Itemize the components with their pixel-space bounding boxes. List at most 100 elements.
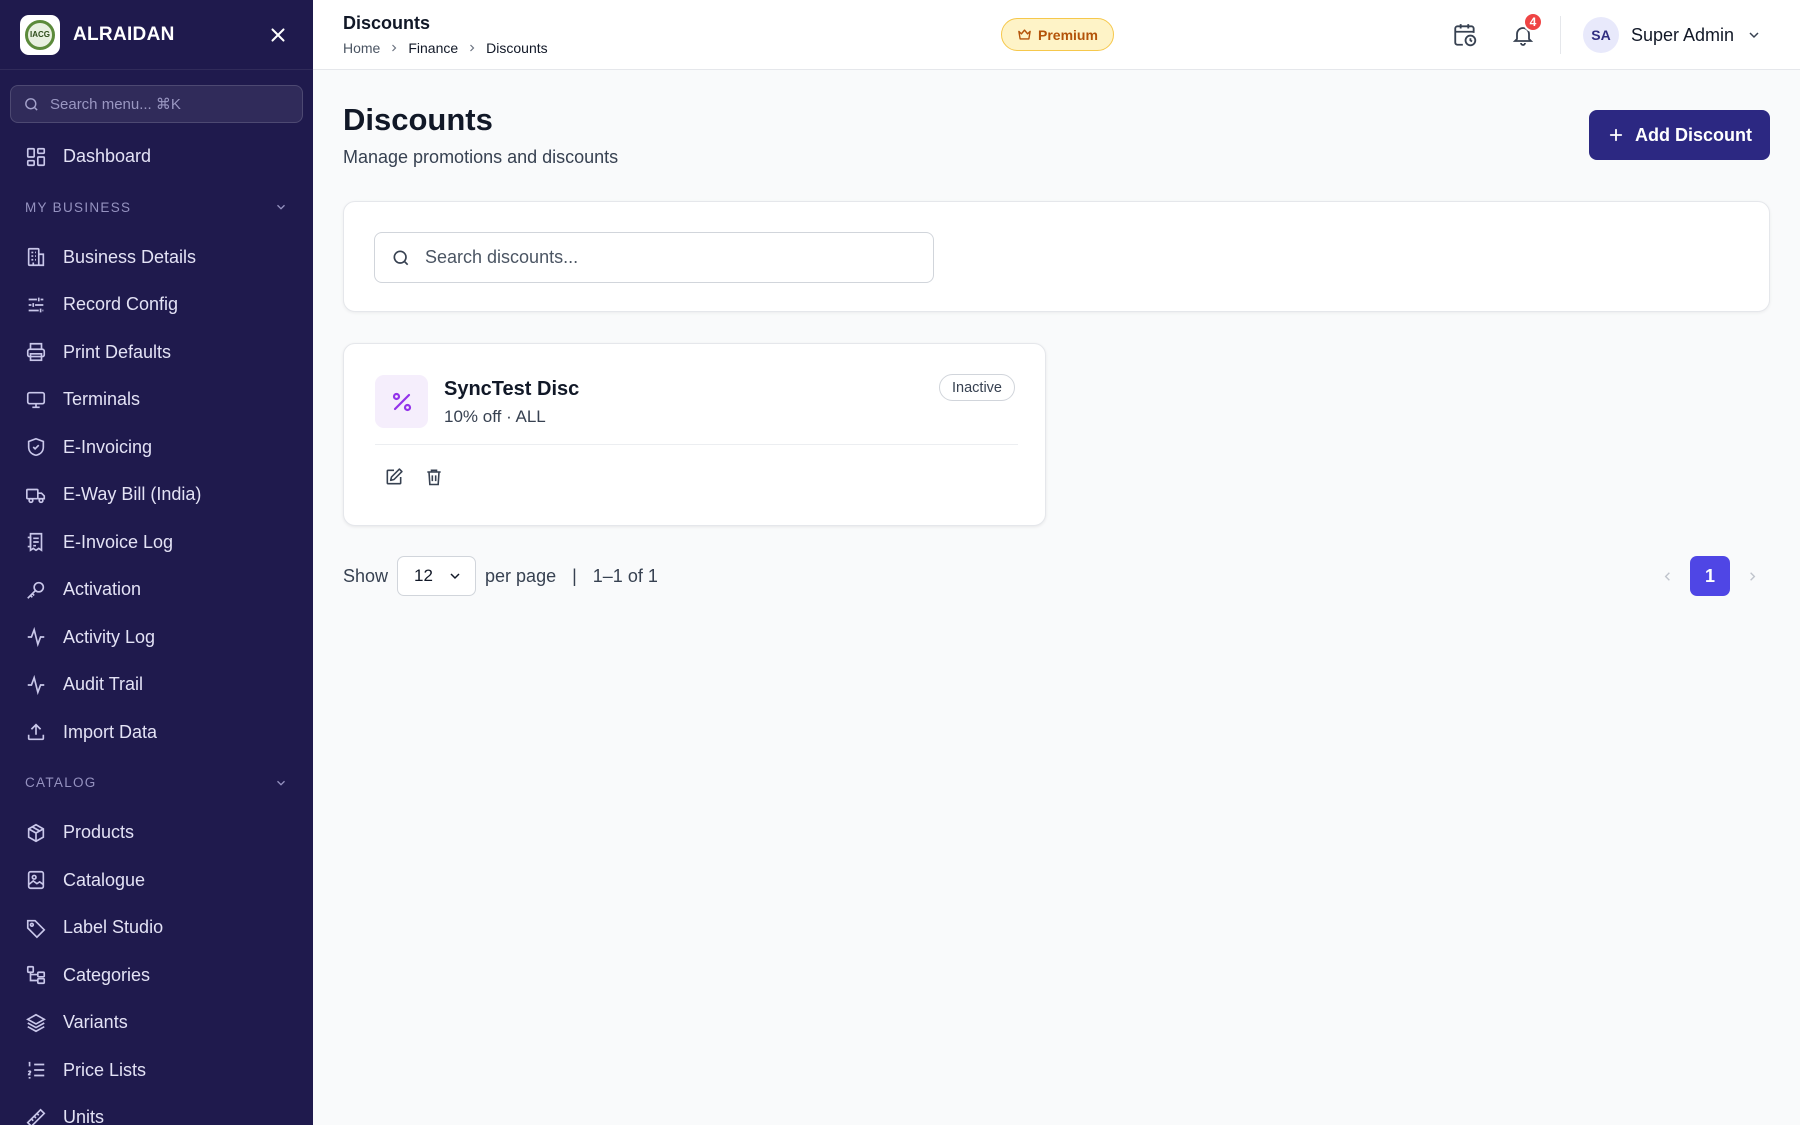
sidebar-search[interactable]	[10, 85, 303, 123]
search-input[interactable]	[425, 247, 905, 268]
breadcrumb: Home Finance Discounts	[343, 40, 548, 56]
receipt-icon	[27, 533, 43, 553]
sidebar-item-label: Record Config	[63, 294, 179, 315]
sidebar-item-label: Terminals	[63, 389, 141, 410]
search-icon	[25, 97, 38, 111]
sidebar-item-e-invoice-log[interactable]: E-Invoice Log	[0, 519, 313, 567]
page-button-current[interactable]: 1	[1690, 556, 1730, 596]
breadcrumb-home[interactable]: Home	[343, 40, 380, 56]
close-icon	[271, 27, 285, 42]
card-divider	[375, 444, 1018, 445]
upload-icon	[27, 723, 45, 741]
breadcrumb-current: Discounts	[486, 40, 548, 56]
sidebar-item-catalogue[interactable]: Catalogue	[0, 857, 313, 905]
premium-badge[interactable]: Premium	[1001, 18, 1114, 51]
add-discount-button[interactable]: Add Discount	[1589, 110, 1770, 160]
breadcrumb-finance[interactable]: Finance	[408, 40, 458, 56]
list-ordered-icon	[27, 1062, 45, 1079]
sidebar-item-label-studio[interactable]: Label Studio	[0, 904, 313, 952]
avatar: SA	[1583, 17, 1619, 53]
delete-discount-button[interactable]	[421, 464, 447, 490]
chevron-right-icon	[470, 44, 475, 52]
key-icon	[27, 581, 45, 599]
sidebar-item-label: Dashboard	[63, 146, 152, 167]
chevron-right-icon	[392, 44, 397, 52]
sidebar-item-business-details[interactable]: Business Details	[0, 234, 313, 282]
calendar-clock-button[interactable]	[1450, 20, 1480, 50]
trash-icon	[427, 469, 441, 486]
percent-icon	[392, 392, 411, 411]
sidebar-item-label: Products	[63, 822, 135, 843]
sidebar-item-label: Import Data	[63, 721, 158, 742]
sidebar-item-e-way-bill[interactable]: E-Way Bill (India)	[0, 471, 313, 519]
sidebar-item-label: Label Studio	[63, 917, 164, 938]
sidebar-item-label: E-Invoicing	[63, 436, 153, 457]
sidebar-item-categories[interactable]: Categories	[0, 952, 313, 1000]
sidebar-item-label: Audit Trail	[63, 674, 144, 695]
discount-detail: 10% off · ALL	[444, 407, 546, 426]
sidebar-item-label: E-Invoice Log	[63, 531, 174, 552]
sidebar-item-price-lists[interactable]: Price Lists	[0, 1047, 313, 1095]
header-title: Discounts	[343, 13, 431, 33]
discount-icon-tile	[375, 375, 428, 428]
chevron-down-icon	[1749, 32, 1759, 39]
sidebar-item-dashboard[interactable]: Dashboard	[0, 133, 313, 181]
section-my-business[interactable]: MY BUSINESS	[0, 181, 313, 234]
sidebar-item-label: E-Way Bill (India)	[63, 484, 202, 505]
dashboard-icon	[26, 147, 46, 166]
sidebar: IACG ALRAIDAN Dashboard MY BUSINESS Busi…	[0, 0, 313, 1125]
search-card	[343, 201, 1770, 312]
sidebar-item-units[interactable]: Units	[0, 1094, 313, 1125]
discount-card[interactable]: SyncTest Disc 10% off · ALL Inactive	[343, 343, 1046, 526]
sidebar-item-e-invoicing[interactable]: E-Invoicing	[0, 424, 313, 472]
sidebar-item-record-config[interactable]: Record Config	[0, 281, 313, 329]
pagination-summary: Show 12 per page | 1–1 of 1	[343, 556, 658, 596]
sidebar-item-activity-log[interactable]: Activity Log	[0, 614, 313, 662]
page-title: Discounts	[343, 102, 493, 137]
section-title: CATALOG	[25, 775, 97, 790]
per-page-value: 12	[414, 566, 433, 585]
sidebar-item-import-data[interactable]: Import Data	[0, 709, 313, 757]
status-badge: Inactive	[939, 374, 1015, 401]
section-catalog[interactable]: CATALOG	[0, 756, 313, 809]
premium-label: Premium	[1038, 26, 1098, 43]
activity-icon	[27, 627, 45, 648]
shield-check-icon	[27, 438, 45, 457]
next-page-button[interactable]	[1737, 561, 1767, 591]
sidebar-item-label: Units	[63, 1107, 105, 1125]
sidebar-item-label: Categories	[63, 964, 151, 985]
calendar-clock-icon	[1454, 24, 1477, 47]
truck-icon	[26, 488, 46, 503]
sidebar-search-input[interactable]	[50, 95, 270, 113]
sidebar-item-audit-trail[interactable]: Audit Trail	[0, 661, 313, 709]
show-label: Show	[343, 565, 389, 586]
logo-emblem: IACG	[25, 19, 55, 50]
sidebar-item-print-defaults[interactable]: Print Defaults	[0, 329, 313, 377]
monitor-icon	[26, 391, 46, 408]
brand-logo[interactable]: IACG	[20, 14, 60, 55]
sidebar-item-terminals[interactable]: Terminals	[0, 376, 313, 424]
categories-icon	[26, 966, 46, 985]
per-page-select[interactable]: 12	[397, 556, 477, 596]
close-sidebar-button[interactable]	[263, 20, 293, 50]
discount-name: SyncTest Disc	[444, 378, 580, 400]
sidebar-item-variants[interactable]: Variants	[0, 999, 313, 1047]
brand-name: ALRAIDAN	[73, 23, 175, 45]
user-menu[interactable]: SA Super Admin	[1583, 17, 1762, 53]
plus-icon	[1609, 128, 1623, 142]
sidebar-item-label: Activity Log	[63, 626, 156, 647]
sidebar-item-label: Business Details	[63, 246, 197, 267]
chevron-down-icon	[277, 204, 285, 210]
chevron-left-icon	[1664, 571, 1670, 581]
sidebar-item-products[interactable]: Products	[0, 809, 313, 857]
notifications-button[interactable]: 4	[1508, 12, 1543, 50]
layers-icon	[26, 1013, 46, 1032]
sidebar-item-activation[interactable]: Activation	[0, 566, 313, 614]
ruler-icon	[26, 1108, 46, 1125]
user-name: Super Admin	[1631, 24, 1735, 45]
edit-icon	[386, 468, 403, 485]
previous-page-button[interactable]	[1652, 561, 1682, 591]
discount-search[interactable]	[374, 232, 934, 283]
edit-discount-button[interactable]	[381, 464, 407, 490]
package-icon	[27, 823, 45, 842]
